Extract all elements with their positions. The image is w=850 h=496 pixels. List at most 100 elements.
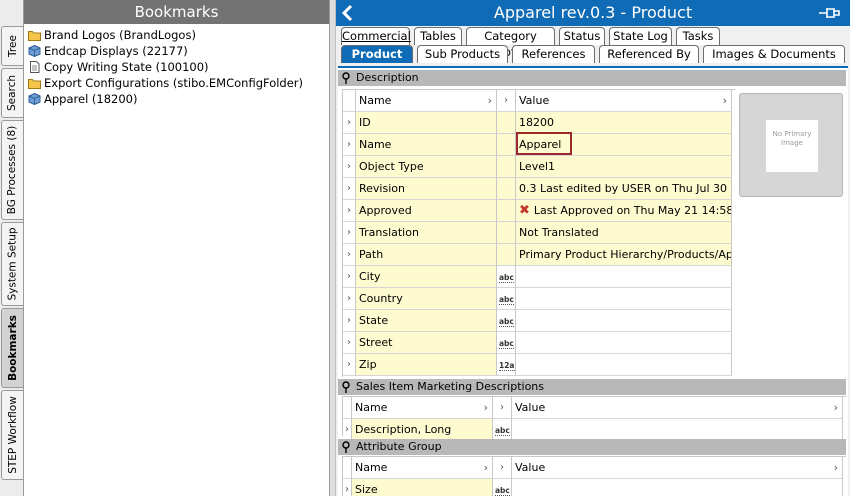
table-row[interactable]: › State abc: [343, 310, 732, 332]
bookmark-item[interactable]: Copy Writing State (100100): [24, 59, 329, 75]
tab-tree-label: Tree: [6, 35, 19, 57]
attribute-value[interactable]: Level1: [516, 156, 732, 178]
attribute-name: City: [356, 266, 497, 288]
chevron-right-icon[interactable]: ›: [834, 457, 838, 478]
row-expand-arrow[interactable]: ›: [343, 244, 356, 266]
row-expand-arrow[interactable]: ›: [343, 266, 356, 288]
attribute-value[interactable]: 0.3 Last edited by USER on Thu Jul 30 11…: [516, 178, 732, 200]
attribute-value[interactable]: [516, 332, 732, 354]
row-expand-arrow[interactable]: ›: [343, 200, 356, 222]
row-expand-arrow[interactable]: ›: [343, 178, 356, 200]
table-row[interactable]: › Name Apparel: [343, 134, 732, 156]
tab-tables[interactable]: Tables: [414, 27, 462, 45]
row-expand-arrow[interactable]: ›: [343, 419, 352, 441]
column-header-name[interactable]: Name ›: [352, 397, 493, 419]
tab-status[interactable]: Status: [559, 27, 605, 45]
tab-state-log[interactable]: State Log: [609, 27, 672, 45]
bookmark-item[interactable]: Brand Logos (BrandLogos): [24, 27, 329, 43]
attribute-type: [497, 222, 516, 244]
pin-icon[interactable]: [342, 72, 350, 84]
tab-tree[interactable]: Tree: [1, 26, 23, 66]
attribute-value[interactable]: [512, 419, 843, 441]
table-row[interactable]: › Size abc: [343, 479, 843, 496]
chevron-right-icon: ›: [347, 315, 351, 326]
chevron-right-icon[interactable]: ›: [488, 90, 492, 111]
attribute-value[interactable]: Primary Product Hierarchy/Products/Appar…: [516, 244, 732, 266]
column-header-type[interactable]: ›: [493, 457, 512, 479]
tab-images-documents[interactable]: Images & Documents: [703, 45, 845, 63]
table-row[interactable]: › ID 18200: [343, 112, 732, 134]
row-expand-arrow[interactable]: ›: [343, 288, 356, 310]
attribute-value[interactable]: [516, 288, 732, 310]
column-header-value-label: Value: [519, 94, 550, 107]
chevron-right-icon[interactable]: ›: [484, 397, 488, 418]
attribute-value[interactable]: [516, 354, 732, 376]
column-header-value[interactable]: Value ›: [516, 90, 732, 112]
attribute-value[interactable]: Not Translated: [516, 222, 732, 244]
tab-row-secondary: Product Sub Products References Referenc…: [336, 45, 850, 63]
table-row[interactable]: › Approved ✖ Last Approved on Thu May 21 14…: [343, 200, 732, 222]
tab-search[interactable]: Search: [1, 68, 23, 118]
bookmark-item[interactable]: Export Configurations (stibo.EMConfigFol…: [24, 75, 329, 91]
header-spacer: [343, 90, 356, 112]
row-expand-arrow[interactable]: ›: [343, 354, 356, 376]
cube-icon: [28, 45, 41, 57]
row-expand-arrow[interactable]: ›: [343, 310, 356, 332]
table-row[interactable]: › Description, Long abc: [343, 419, 843, 441]
column-header-value[interactable]: Value ›: [512, 397, 843, 419]
chevron-right-icon[interactable]: ›: [484, 457, 488, 478]
row-expand-arrow[interactable]: ›: [343, 479, 352, 496]
attribute-value[interactable]: ✖ Last Approved on Thu May 21 14:58:...: [516, 200, 732, 222]
tab-system-setup[interactable]: System Setup: [1, 222, 23, 306]
column-header-name-label: Name: [355, 401, 388, 414]
tab-bookmarks[interactable]: Bookmarks: [1, 308, 23, 388]
chevron-right-icon[interactable]: ›: [723, 90, 727, 111]
attribute-value[interactable]: [516, 266, 732, 288]
section-attribute-group-header[interactable]: Attribute Group: [338, 439, 846, 455]
attribute-name: State: [356, 310, 497, 332]
tab-referenced-by[interactable]: Referenced By: [599, 45, 699, 63]
attribute-value[interactable]: [516, 310, 732, 332]
table-row[interactable]: › Zip 12a: [343, 354, 732, 376]
bookmark-item-label: Export Configurations (stibo.EMConfigFol…: [44, 76, 304, 90]
primary-image-box[interactable]: No Primary Image: [739, 93, 843, 197]
row-expand-arrow[interactable]: ›: [343, 332, 356, 354]
tab-tasks[interactable]: Tasks: [676, 27, 720, 45]
table-row[interactable]: › Translation Not Translated: [343, 222, 732, 244]
column-header-type[interactable]: ›: [493, 397, 512, 419]
attribute-value[interactable]: [512, 479, 843, 496]
table-row[interactable]: › Country abc: [343, 288, 732, 310]
column-header-type[interactable]: ›: [497, 90, 516, 112]
attribute-value[interactable]: Apparel: [516, 134, 732, 156]
column-header-value[interactable]: Value ›: [512, 457, 843, 479]
tab-bg-processes[interactable]: BG Processes (8): [1, 120, 23, 220]
attribute-value[interactable]: 18200: [516, 112, 732, 134]
section-description-header[interactable]: Description: [338, 70, 846, 86]
pin-icon[interactable]: [818, 5, 840, 21]
row-expand-arrow[interactable]: ›: [343, 134, 356, 156]
tab-sub-products[interactable]: Sub Products: [417, 45, 508, 63]
row-expand-arrow[interactable]: ›: [343, 222, 356, 244]
bookmark-item[interactable]: Endcap Displays (22177): [24, 43, 329, 59]
bookmark-item[interactable]: Apparel (18200): [24, 91, 329, 107]
table-row[interactable]: › City abc: [343, 266, 732, 288]
table-row[interactable]: › Object Type Level1: [343, 156, 732, 178]
tab-status-label: Status: [563, 29, 601, 43]
section-sales-marketing-header[interactable]: Sales Item Marketing Descriptions: [338, 379, 846, 395]
row-expand-arrow[interactable]: ›: [343, 112, 356, 134]
pin-icon[interactable]: [342, 441, 350, 453]
tab-category-profile[interactable]: Category Profile: [466, 27, 555, 59]
tab-step-workflow[interactable]: STEP Workflow: [1, 390, 23, 480]
tab-commercial[interactable]: Commercial: [341, 27, 411, 45]
table-row[interactable]: › Street abc: [343, 332, 732, 354]
column-header-name[interactable]: Name ›: [352, 457, 493, 479]
chevron-right-icon[interactable]: ›: [834, 397, 838, 418]
row-expand-arrow[interactable]: ›: [343, 156, 356, 178]
tab-product[interactable]: Product: [341, 45, 413, 63]
table-row[interactable]: › Revision 0.3 Last edited by USER on Thu …: [343, 178, 732, 200]
table-row[interactable]: › Path Primary Product Hierarchy/Products/…: [343, 244, 732, 266]
column-header-name[interactable]: Name ›: [356, 90, 497, 112]
attribute-type: abc: [497, 288, 516, 310]
tab-references[interactable]: References: [512, 45, 595, 63]
pin-icon[interactable]: [342, 381, 350, 393]
